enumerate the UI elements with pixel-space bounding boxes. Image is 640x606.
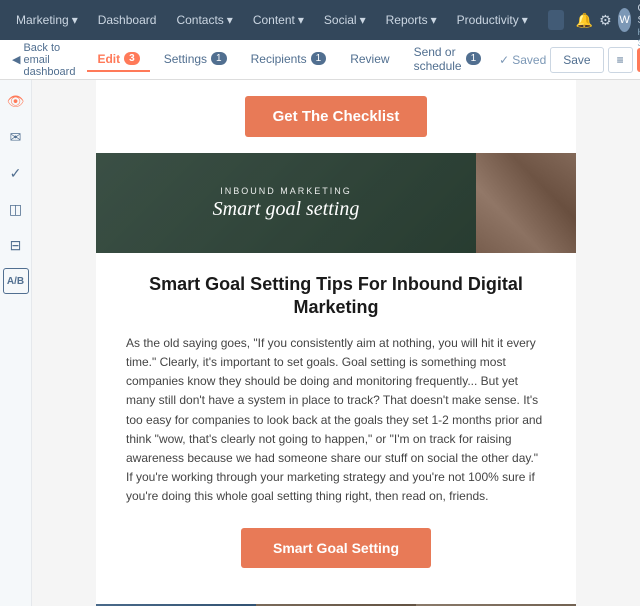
top-navigation: Marketing ▾ Dashboard Contacts ▾ Content…	[0, 0, 640, 40]
save-button[interactable]: Save	[550, 47, 603, 73]
back-to-dashboard-link[interactable]: ◀ Back to email dashboard	[12, 42, 75, 78]
next-button[interactable]: Next	[637, 48, 640, 72]
sidebar-check-icon[interactable]: ✓	[3, 160, 29, 186]
sidebar-ab-icon[interactable]: A/B	[3, 268, 29, 294]
avatar[interactable]: W	[618, 8, 632, 32]
tab-review[interactable]: Review	[340, 48, 399, 72]
chevron-down-icon: ▾	[227, 13, 233, 27]
more-options-button[interactable]: ≡	[608, 47, 633, 73]
sidebar-email-icon[interactable]: ✉	[3, 124, 29, 150]
sidebar-layout-icon[interactable]: ⊟	[3, 232, 29, 258]
nav-social[interactable]: Social ▾	[316, 9, 374, 31]
check-saved-icon: ✓	[499, 53, 509, 67]
settings-icon[interactable]: ⚙	[599, 12, 612, 29]
article-title: Smart Goal Setting Tips For Inbound Digi…	[126, 273, 546, 320]
nav-dashboard[interactable]: Dashboard	[90, 9, 165, 31]
banner-section: INBOUND MARKETING Smart goal setting	[96, 153, 576, 253]
nav-reports[interactable]: Reports ▾	[378, 9, 445, 31]
sidebar-chart-icon[interactable]: ◫	[3, 196, 29, 222]
nav-productivity[interactable]: Productivity ▾	[449, 9, 536, 31]
tab-recipients-badge: 1	[311, 52, 327, 65]
article-section: Smart Goal Setting Tips For Inbound Digi…	[96, 253, 576, 604]
saved-indicator: ✓ Saved	[499, 53, 546, 67]
tab-settings[interactable]: Settings 1	[154, 48, 237, 72]
cta-section: Smart Goal Setting	[126, 524, 546, 584]
banner-right-overlay	[476, 153, 576, 253]
chevron-down-icon: ▾	[431, 13, 437, 27]
checklist-section: Get The Checklist	[96, 80, 576, 153]
banner-subtitle: INBOUND MARKETING	[220, 186, 352, 196]
search-input[interactable]	[548, 10, 564, 30]
chevron-down-icon: ▾	[360, 13, 366, 27]
menu-icon: ≡	[617, 53, 624, 67]
chevron-down-icon: ▾	[522, 13, 528, 27]
nav-content[interactable]: Content ▾	[245, 9, 312, 31]
tab-settings-badge: 1	[211, 52, 227, 65]
tab-send[interactable]: Send or schedule 1	[404, 41, 492, 79]
tab-recipients[interactable]: Recipients 1	[241, 48, 337, 72]
nav-contacts[interactable]: Contacts ▾	[168, 9, 240, 31]
notification-icon[interactable]: 🔔	[576, 12, 593, 29]
checklist-button[interactable]: Get The Checklist	[245, 96, 428, 137]
email-content-area: Get The Checklist INBOUND MARKETING Smar…	[32, 80, 640, 606]
search-container	[548, 10, 564, 30]
banner-title: Smart goal setting	[213, 198, 360, 221]
banner-left: INBOUND MARKETING Smart goal setting	[96, 153, 476, 253]
edit-bar: ◀ Back to email dashboard Edit 3 Setting…	[0, 40, 640, 80]
back-arrow-icon: ◀	[12, 53, 20, 66]
tab-edit-badge: 3	[124, 52, 140, 65]
tab-edit[interactable]: Edit 3	[87, 48, 149, 72]
main-layout: 👁 ✉ ✓ ◫ ⊟ A/B Get The Checklist INBOUND …	[0, 80, 640, 606]
chevron-down-icon: ▾	[298, 13, 304, 27]
smart-goal-cta-button[interactable]: Smart Goal Setting	[241, 528, 431, 568]
nav-right-area: 🔔 ⚙ W Web Canopy St... Hub ID: 3992011	[576, 0, 640, 49]
chevron-down-icon: ▾	[72, 13, 78, 27]
left-sidebar: 👁 ✉ ✓ ◫ ⊟ A/B	[0, 80, 32, 606]
article-body: As the old saying goes, "If you consiste…	[126, 334, 546, 507]
email-body: Get The Checklist INBOUND MARKETING Smar…	[96, 80, 576, 606]
nav-marketing[interactable]: Marketing ▾	[8, 9, 86, 31]
banner-right-image	[476, 153, 576, 253]
tab-send-badge: 1	[466, 52, 482, 65]
sidebar-preview-icon[interactable]: 👁	[3, 88, 29, 114]
